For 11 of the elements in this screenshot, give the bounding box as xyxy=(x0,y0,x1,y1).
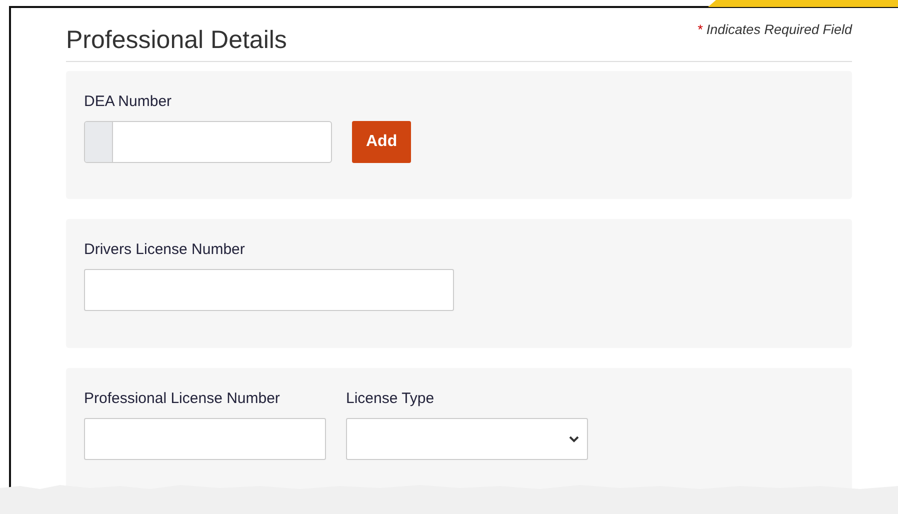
section-title: Professional Details xyxy=(66,25,287,55)
field-label: DEA Number xyxy=(84,93,173,110)
field-label: Drivers License Number xyxy=(84,241,246,258)
input-field[interactable] xyxy=(84,418,326,460)
field-label: License Type xyxy=(346,390,436,407)
dea-number-field[interactable] xyxy=(84,121,332,163)
required-field-note: * Indicates Required Field xyxy=(697,22,852,37)
add-button[interactable]: Add xyxy=(352,121,412,163)
field-label: Professional License Number xyxy=(84,390,281,407)
input-field[interactable] xyxy=(84,269,454,311)
license-type-select[interactable] xyxy=(346,418,588,460)
